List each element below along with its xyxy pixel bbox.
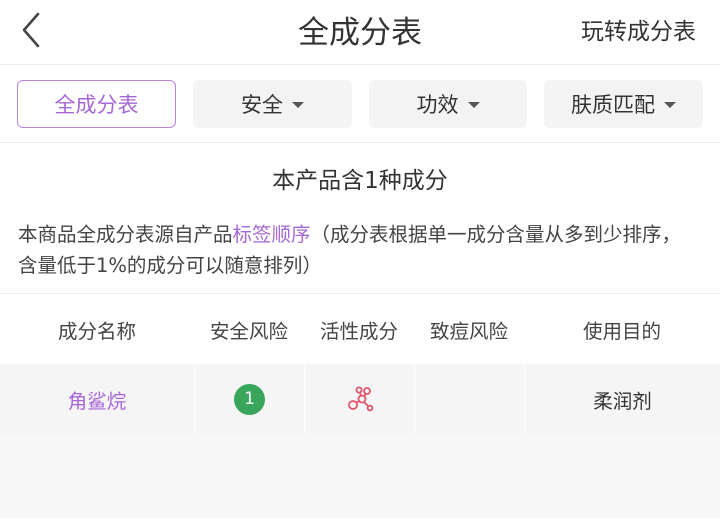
filter-label: 安全 <box>241 93 283 117</box>
desc-prefix: 本商品全成分表源自产品 <box>18 223 233 246</box>
header: 全成分表 玩转成分表 <box>0 0 720 64</box>
caret-down-icon <box>664 102 676 108</box>
filter-safety-dropdown[interactable]: 安全 <box>193 80 352 128</box>
safety-risk-cell: 1 <box>194 364 304 434</box>
ingredient-list-page: 全成分表 玩转成分表 全成分表 安全 功效 肤质匹配 本产品含1种成分 本商品全… <box>0 0 720 518</box>
ingredient-count: 本产品含1种成分 <box>272 168 448 194</box>
purpose-cell: 柔润剂 <box>524 364 720 434</box>
caret-down-icon <box>292 102 304 108</box>
col-acne-risk: 致痘风险 <box>429 319 508 343</box>
summary-section: 本产品含1种成分 本商品全成分表源自产品标签顺序（成分表根据单一成分含量从多到少… <box>0 143 720 293</box>
molecule-icon <box>347 386 373 412</box>
filter-label: 肤质匹配 <box>571 93 655 117</box>
safety-score-badge: 1 <box>234 383 265 415</box>
col-purpose: 使用目的 <box>582 319 661 343</box>
col-ingredient-name: 成分名称 <box>57 319 136 343</box>
table-row[interactable]: 角鲨烷 1 柔润剂 <box>0 364 720 434</box>
table-header: 成分名称 安全风险 活性成分 致痘风险 使用目的 <box>0 294 720 364</box>
acne-risk-cell <box>414 364 524 434</box>
caret-down-icon <box>467 102 480 108</box>
guide-link[interactable]: 玩转成分表 <box>581 12 696 46</box>
source-description: 本商品全成分表源自产品标签顺序（成分表根据单一成分含量从多到少排序，含量低于1%… <box>18 219 694 281</box>
filter-bar: 全成分表 安全 功效 肤质匹配 <box>0 65 720 142</box>
filter-skin-match-dropdown[interactable]: 肤质匹配 <box>544 80 703 128</box>
filter-efficacy-dropdown[interactable]: 功效 <box>369 80 527 128</box>
col-safety-risk: 安全风险 <box>209 319 288 343</box>
filter-label: 功效 <box>416 93 459 117</box>
filter-label: 全成分表 <box>54 93 139 117</box>
active-ingredient-cell <box>304 364 414 434</box>
label-order-link[interactable]: 标签顺序 <box>233 223 311 246</box>
ingredient-name[interactable]: 角鲨烷 <box>0 364 194 434</box>
filter-all-ingredients[interactable]: 全成分表 <box>17 80 176 128</box>
col-active-ingredient: 活性成分 <box>319 319 398 343</box>
